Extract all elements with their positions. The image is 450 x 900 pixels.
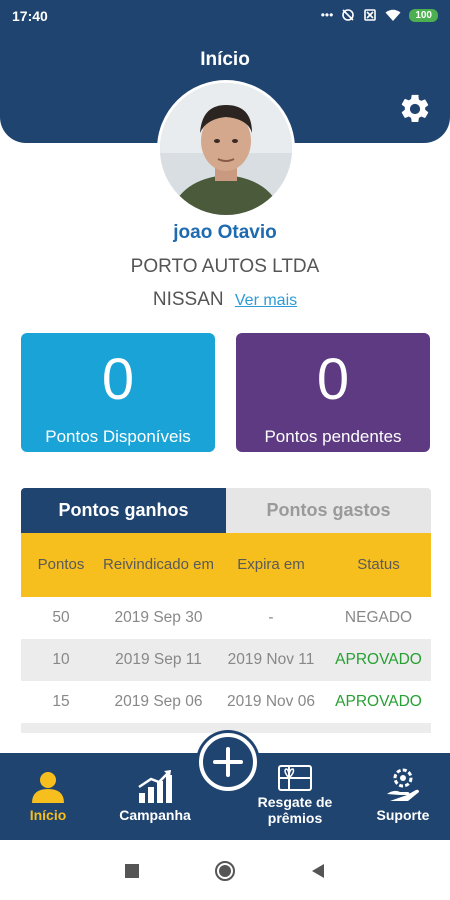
cell-expires: 2019 Nov 06 xyxy=(227,693,315,710)
pending-points-value: 0 xyxy=(316,347,350,412)
column-header-expires: Expira em xyxy=(237,556,305,573)
back-icon[interactable] xyxy=(310,863,326,879)
gear-icon[interactable] xyxy=(398,92,432,126)
column-header-status: Status xyxy=(357,556,400,573)
nav-label-support: Suporte xyxy=(376,807,430,823)
table-row[interactable]: 15 2019 Sep 06 2019 Nov 06 APROVADO xyxy=(21,681,431,723)
support-icon xyxy=(387,768,419,801)
nav-item-support[interactable]: Suporte xyxy=(362,753,444,840)
pending-points-label: Pontos pendentes xyxy=(264,427,402,446)
cell-expires: 2019 Nov 11 xyxy=(227,651,315,668)
plus-icon xyxy=(213,747,243,777)
home-icon[interactable] xyxy=(214,860,236,882)
nav-item-rewards[interactable]: Resgate de prêmios xyxy=(250,753,340,840)
user-name: joao Otavio xyxy=(173,222,277,243)
points-table: Pontos Reivindicado em Expira em Status … xyxy=(21,533,431,733)
column-header-claimed: Reivindicado em xyxy=(103,556,214,573)
status-icons: ••• 100 xyxy=(321,8,438,22)
column-header-points: Pontos xyxy=(37,556,85,573)
available-points-label: Pontos Disponíveis xyxy=(45,427,191,446)
status-bar: 17:40 ••• 100 xyxy=(0,0,450,32)
table-row-partial xyxy=(21,723,431,733)
add-button[interactable] xyxy=(199,733,257,791)
available-points-card[interactable]: 0 Pontos Disponíveis xyxy=(21,333,215,452)
tab-points-spent[interactable]: Pontos gastos xyxy=(226,488,431,533)
cell-claimed: 2019 Sep 30 xyxy=(114,609,203,626)
table-header: Pontos Reivindicado em Expira em Status xyxy=(21,533,431,597)
user-icon xyxy=(32,772,64,803)
points-tabs: Pontos ganhos Pontos gastos xyxy=(21,488,431,533)
recent-apps-icon[interactable] xyxy=(124,863,140,879)
avatar[interactable] xyxy=(157,80,295,218)
table-row[interactable]: 10 2019 Sep 11 2019 Nov 11 APROVADO xyxy=(21,639,431,681)
page-title: Início xyxy=(200,49,250,70)
nav-label-campaign: Campanha xyxy=(119,807,191,823)
cell-status: NEGADO xyxy=(344,609,413,626)
wifi-icon xyxy=(385,9,401,21)
see-more-link[interactable]: Ver mais xyxy=(235,292,297,309)
brand-name: NISSAN xyxy=(152,289,224,310)
cell-status: APROVADO xyxy=(335,651,422,668)
cell-points: 15 xyxy=(52,693,70,710)
nav-item-home[interactable]: Início xyxy=(8,753,88,840)
table-row[interactable]: 50 2019 Sep 30 - NEGADO xyxy=(21,597,431,639)
brand-row: NISSAN Ver mais xyxy=(0,289,450,311)
pending-points-card[interactable]: 0 Pontos pendentes xyxy=(236,333,430,452)
gift-card-icon xyxy=(278,765,312,791)
cell-expires: - xyxy=(268,609,274,626)
cell-status: APROVADO xyxy=(335,693,422,710)
cell-points: 50 xyxy=(52,609,70,626)
avatar-photo xyxy=(160,83,292,215)
chart-icon xyxy=(138,770,172,803)
nav-label-home: Início xyxy=(29,807,67,823)
cell-points: 10 xyxy=(52,651,70,668)
sync-off-icon xyxy=(342,9,355,21)
more-dots-icon: ••• xyxy=(320,8,334,22)
sim-off-icon xyxy=(364,9,377,21)
cell-claimed: 2019 Sep 06 xyxy=(114,693,203,710)
nav-label-rewards: Resgate de prêmios xyxy=(257,794,333,826)
battery-badge: 100 xyxy=(409,8,438,22)
system-nav-bar xyxy=(0,840,450,900)
status-time: 17:40 xyxy=(12,8,48,24)
company-name: PORTO AUTOS LTDA xyxy=(130,256,320,277)
available-points-value: 0 xyxy=(101,347,135,412)
tab-points-earned[interactable]: Pontos ganhos xyxy=(21,488,226,533)
cell-claimed: 2019 Sep 11 xyxy=(115,651,202,668)
nav-item-campaign[interactable]: Campanha xyxy=(110,753,200,840)
